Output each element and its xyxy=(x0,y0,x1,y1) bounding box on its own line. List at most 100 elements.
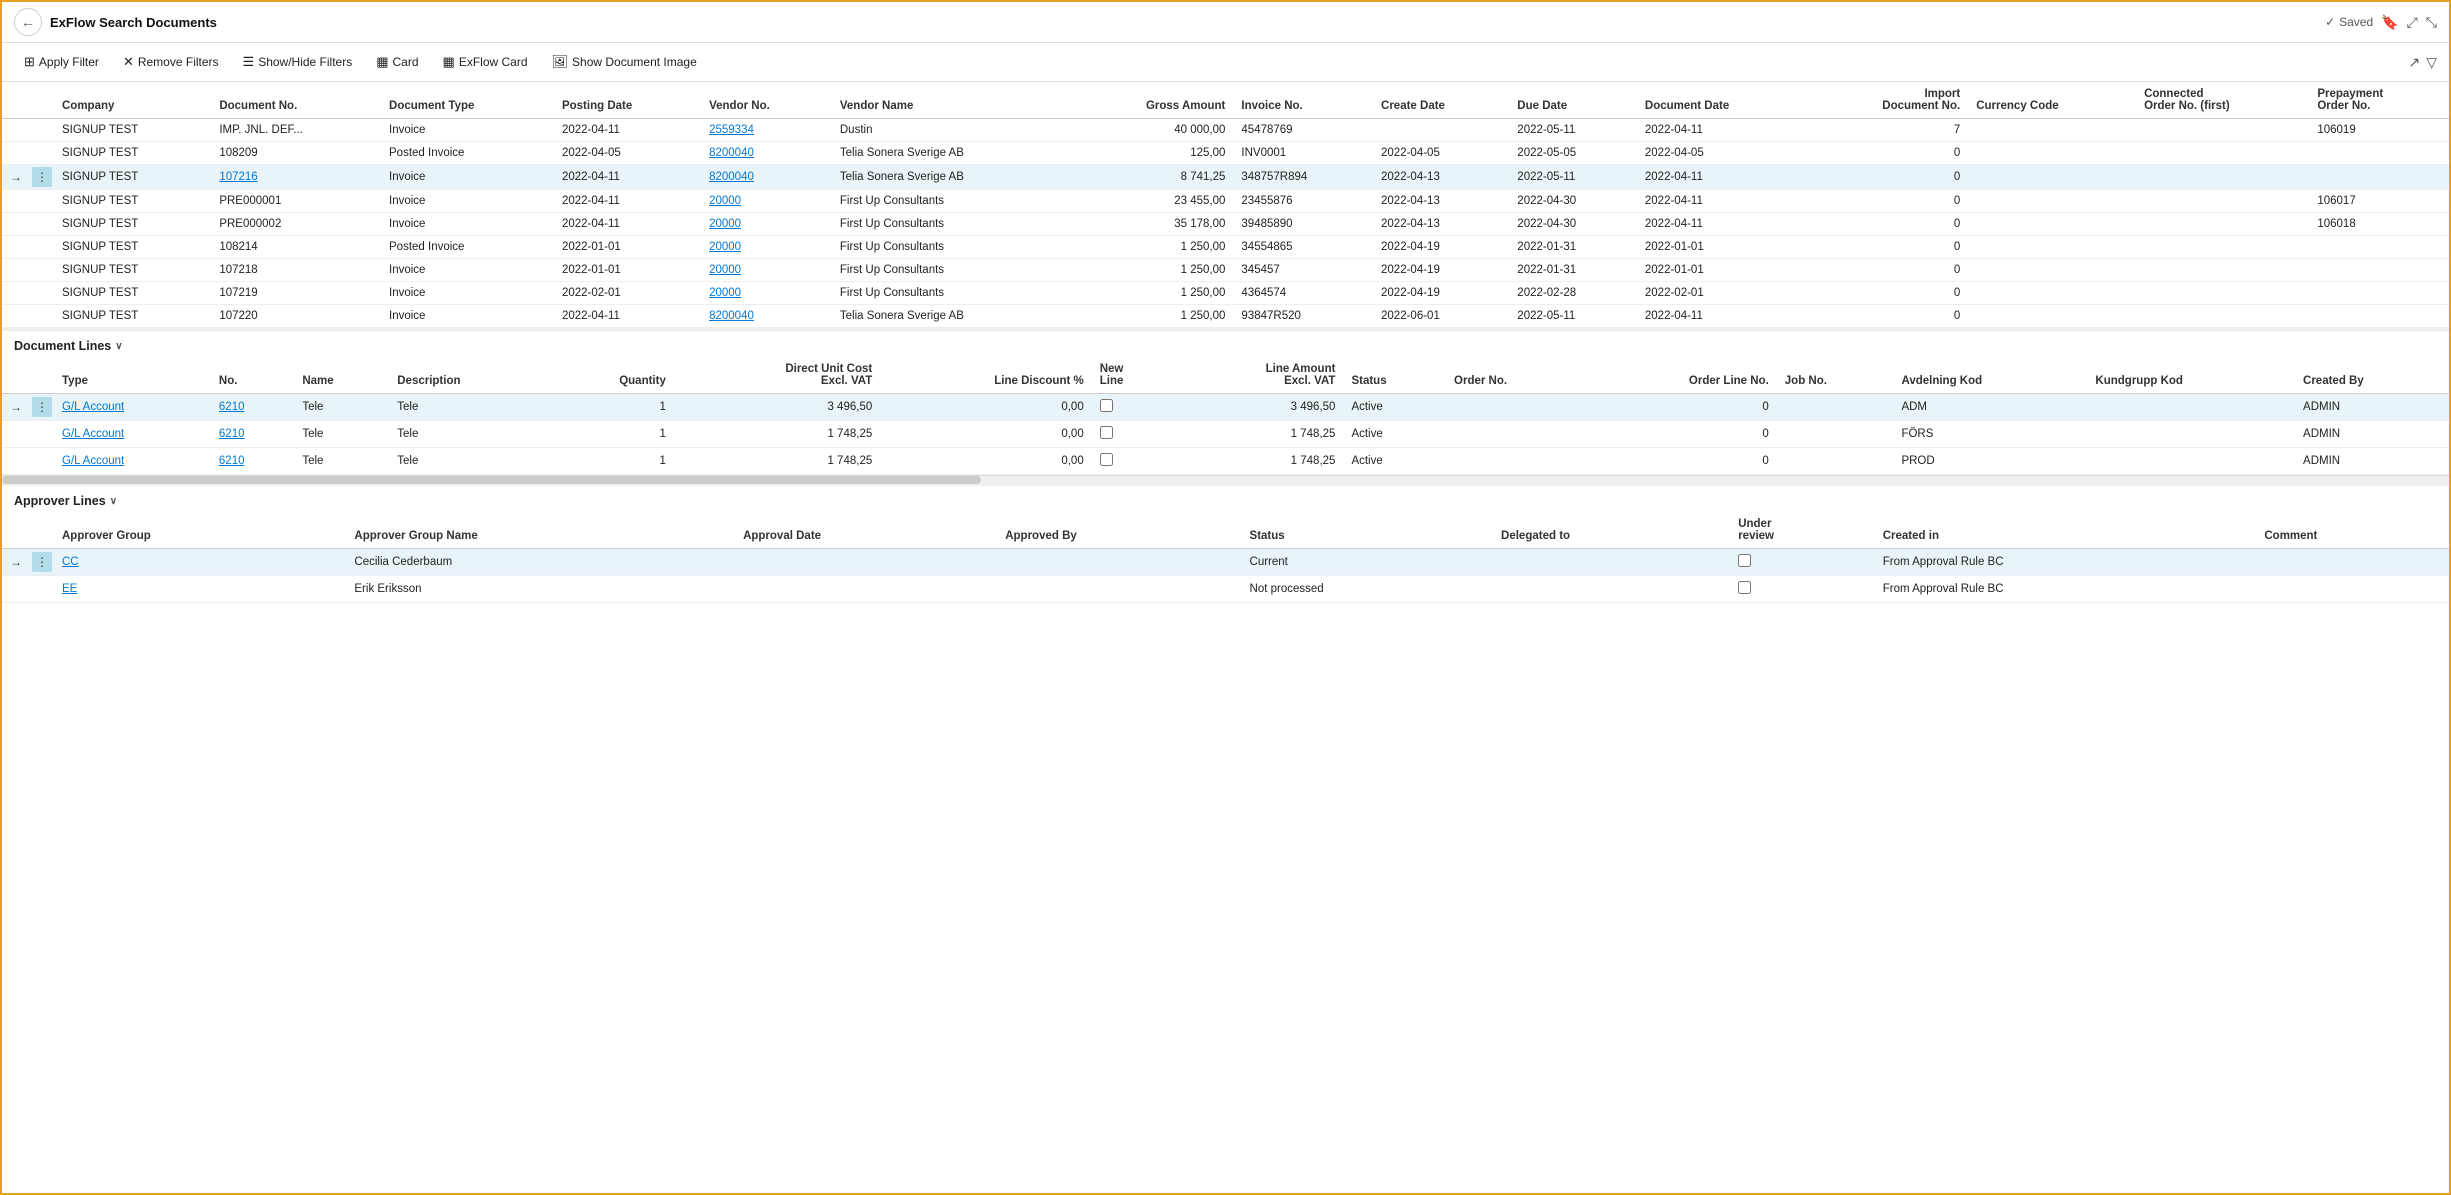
row-dots[interactable] xyxy=(30,259,54,282)
filter-icon[interactable]: ▽ xyxy=(2426,54,2437,71)
minimize-icon[interactable]: ⤡ xyxy=(2426,14,2437,31)
row-context-menu-button[interactable]: ⋮ xyxy=(32,167,52,187)
row-doc-no[interactable]: 107220 xyxy=(211,305,381,328)
row-dots[interactable] xyxy=(30,119,54,142)
table-row[interactable]: SIGNUP TEST 108214 Posted Invoice 2022-0… xyxy=(2,236,2449,259)
al-row-dots[interactable]: ⋮ xyxy=(30,549,54,576)
al-row-approver-group[interactable]: EE xyxy=(54,576,346,603)
dl-row-direct-unit-cost: 1 748,25 xyxy=(674,448,880,475)
al-under-review-checkbox[interactable] xyxy=(1738,554,1751,567)
approver-line-row[interactable]: → ⋮ CC Cecilia Cederbaum Current From Ap… xyxy=(2,549,2449,576)
row-doc-no[interactable]: 107218 xyxy=(211,259,381,282)
doc-line-row[interactable]: → ⋮ G/L Account 6210 Tele Tele 1 3 496,5… xyxy=(2,394,2449,421)
row-vendor-no[interactable]: 20000 xyxy=(701,213,832,236)
dl-row-type[interactable]: G/L Account xyxy=(54,448,211,475)
al-row-under-review[interactable] xyxy=(1730,549,1875,576)
dl-new-line-checkbox[interactable] xyxy=(1100,453,1113,466)
row-doc-no[interactable]: 107216 xyxy=(211,165,381,190)
dl-row-description: Tele xyxy=(389,448,548,475)
row-dots[interactable] xyxy=(30,190,54,213)
row-invoice-no: 345457 xyxy=(1233,259,1373,282)
dl-row-type[interactable]: G/L Account xyxy=(54,394,211,421)
al-row-comment xyxy=(2256,549,2449,576)
expand-icon[interactable]: ⤢ xyxy=(2407,14,2418,31)
al-row-approver-group[interactable]: CC xyxy=(54,549,346,576)
dl-row-name: Tele xyxy=(294,394,389,421)
row-vendor-no[interactable]: 2559334 xyxy=(701,119,832,142)
row-gross-amount: 1 250,00 xyxy=(1071,236,1234,259)
row-doc-no[interactable]: IMP. JNL. DEF... xyxy=(211,119,381,142)
row-dots[interactable] xyxy=(30,236,54,259)
dl-row-dots[interactable] xyxy=(30,448,54,475)
exflow-card-button[interactable]: ▦ ExFlow Card xyxy=(433,49,538,75)
row-company: SIGNUP TEST xyxy=(54,119,211,142)
dl-row-context-menu-button[interactable]: ⋮ xyxy=(32,397,52,417)
show-hide-filters-button[interactable]: ☰ Show/Hide Filters xyxy=(233,49,363,75)
dl-row-no[interactable]: 6210 xyxy=(211,448,294,475)
row-doc-type: Invoice xyxy=(381,259,554,282)
approver-lines-header: Approver Lines ∨ xyxy=(2,485,2449,512)
apply-filter-button[interactable]: ⊞ Apply Filter xyxy=(14,49,109,75)
approver-line-row[interactable]: EE Erik Eriksson Not processed From Appr… xyxy=(2,576,2449,603)
bookmark-icon[interactable]: 🔖 xyxy=(2381,14,2398,31)
row-vendor-no[interactable]: 8200040 xyxy=(701,305,832,328)
table-row[interactable]: SIGNUP TEST PRE000002 Invoice 2022-04-11… xyxy=(2,213,2449,236)
row-vendor-no[interactable]: 20000 xyxy=(701,259,832,282)
dl-row-dots[interactable]: ⋮ xyxy=(30,394,54,421)
approver-lines-chevron[interactable]: ∨ xyxy=(110,496,117,507)
al-row-dots[interactable] xyxy=(30,576,54,603)
dl-new-line-checkbox[interactable] xyxy=(1100,399,1113,412)
table-row[interactable]: SIGNUP TEST 107219 Invoice 2022-02-01 20… xyxy=(2,282,2449,305)
dl-row-new-line[interactable] xyxy=(1092,421,1172,448)
doc-lines-scrollbar[interactable] xyxy=(2,475,2449,483)
dl-row-new-line[interactable] xyxy=(1092,448,1172,475)
row-doc-no[interactable]: 107219 xyxy=(211,282,381,305)
al-row-context-menu-button[interactable]: ⋮ xyxy=(32,552,52,572)
dl-row-no[interactable]: 6210 xyxy=(211,394,294,421)
dl-row-dots[interactable] xyxy=(30,421,54,448)
row-doc-type: Invoice xyxy=(381,119,554,142)
share-icon[interactable]: ↗ xyxy=(2408,54,2420,71)
row-import-doc-no: 0 xyxy=(1808,305,1968,328)
row-vendor-no[interactable]: 8200040 xyxy=(701,165,832,190)
document-lines-title: Document Lines xyxy=(14,339,111,353)
doc-line-row[interactable]: G/L Account 6210 Tele Tele 1 1 748,25 0,… xyxy=(2,448,2449,475)
dl-row-no[interactable]: 6210 xyxy=(211,421,294,448)
main-table-wrapper: Company Document No. Document Type Posti… xyxy=(2,82,2449,328)
card-button[interactable]: ▦ Card xyxy=(366,49,428,75)
table-row[interactable]: SIGNUP TEST 107220 Invoice 2022-04-11 82… xyxy=(2,305,2449,328)
dl-new-line-checkbox[interactable] xyxy=(1100,426,1113,439)
row-import-doc-no: 0 xyxy=(1808,259,1968,282)
document-lines-chevron[interactable]: ∨ xyxy=(115,341,122,352)
al-under-review-checkbox[interactable] xyxy=(1738,581,1751,594)
row-dots[interactable] xyxy=(30,305,54,328)
row-vendor-no[interactable]: 20000 xyxy=(701,190,832,213)
back-button[interactable]: ← xyxy=(14,8,42,36)
dl-row-new-line[interactable] xyxy=(1092,394,1172,421)
row-dots[interactable] xyxy=(30,282,54,305)
al-row-under-review[interactable] xyxy=(1730,576,1875,603)
dl-row-type[interactable]: G/L Account xyxy=(54,421,211,448)
row-currency-code xyxy=(1968,282,2136,305)
row-vendor-no[interactable]: 20000 xyxy=(701,236,832,259)
doc-line-row[interactable]: G/L Account 6210 Tele Tele 1 1 748,25 0,… xyxy=(2,421,2449,448)
row-document-date: 2022-04-11 xyxy=(1637,119,1808,142)
table-row[interactable]: SIGNUP TEST IMP. JNL. DEF... Invoice 202… xyxy=(2,119,2449,142)
row-doc-no[interactable]: 108209 xyxy=(211,142,381,165)
row-dots[interactable]: ⋮ xyxy=(30,165,54,190)
remove-filters-button[interactable]: ✕ Remove Filters xyxy=(113,49,229,75)
row-doc-no[interactable]: 108214 xyxy=(211,236,381,259)
dl-row-created-by: ADMIN xyxy=(2295,421,2449,448)
row-vendor-no[interactable]: 8200040 xyxy=(701,142,832,165)
table-row[interactable]: SIGNUP TEST 107218 Invoice 2022-01-01 20… xyxy=(2,259,2449,282)
row-dots[interactable] xyxy=(30,142,54,165)
row-doc-no[interactable]: PRE000001 xyxy=(211,190,381,213)
row-dots[interactable] xyxy=(30,213,54,236)
table-row[interactable]: SIGNUP TEST PRE000001 Invoice 2022-04-11… xyxy=(2,190,2449,213)
table-row[interactable]: SIGNUP TEST 108209 Posted Invoice 2022-0… xyxy=(2,142,2449,165)
row-vendor-no[interactable]: 20000 xyxy=(701,282,832,305)
show-document-image-button[interactable]: 🖼 Show Document Image xyxy=(542,49,707,75)
table-row[interactable]: → ⋮ SIGNUP TEST 107216 Invoice 2022-04-1… xyxy=(2,165,2449,190)
row-arrow xyxy=(2,213,30,236)
row-doc-no[interactable]: PRE000002 xyxy=(211,213,381,236)
